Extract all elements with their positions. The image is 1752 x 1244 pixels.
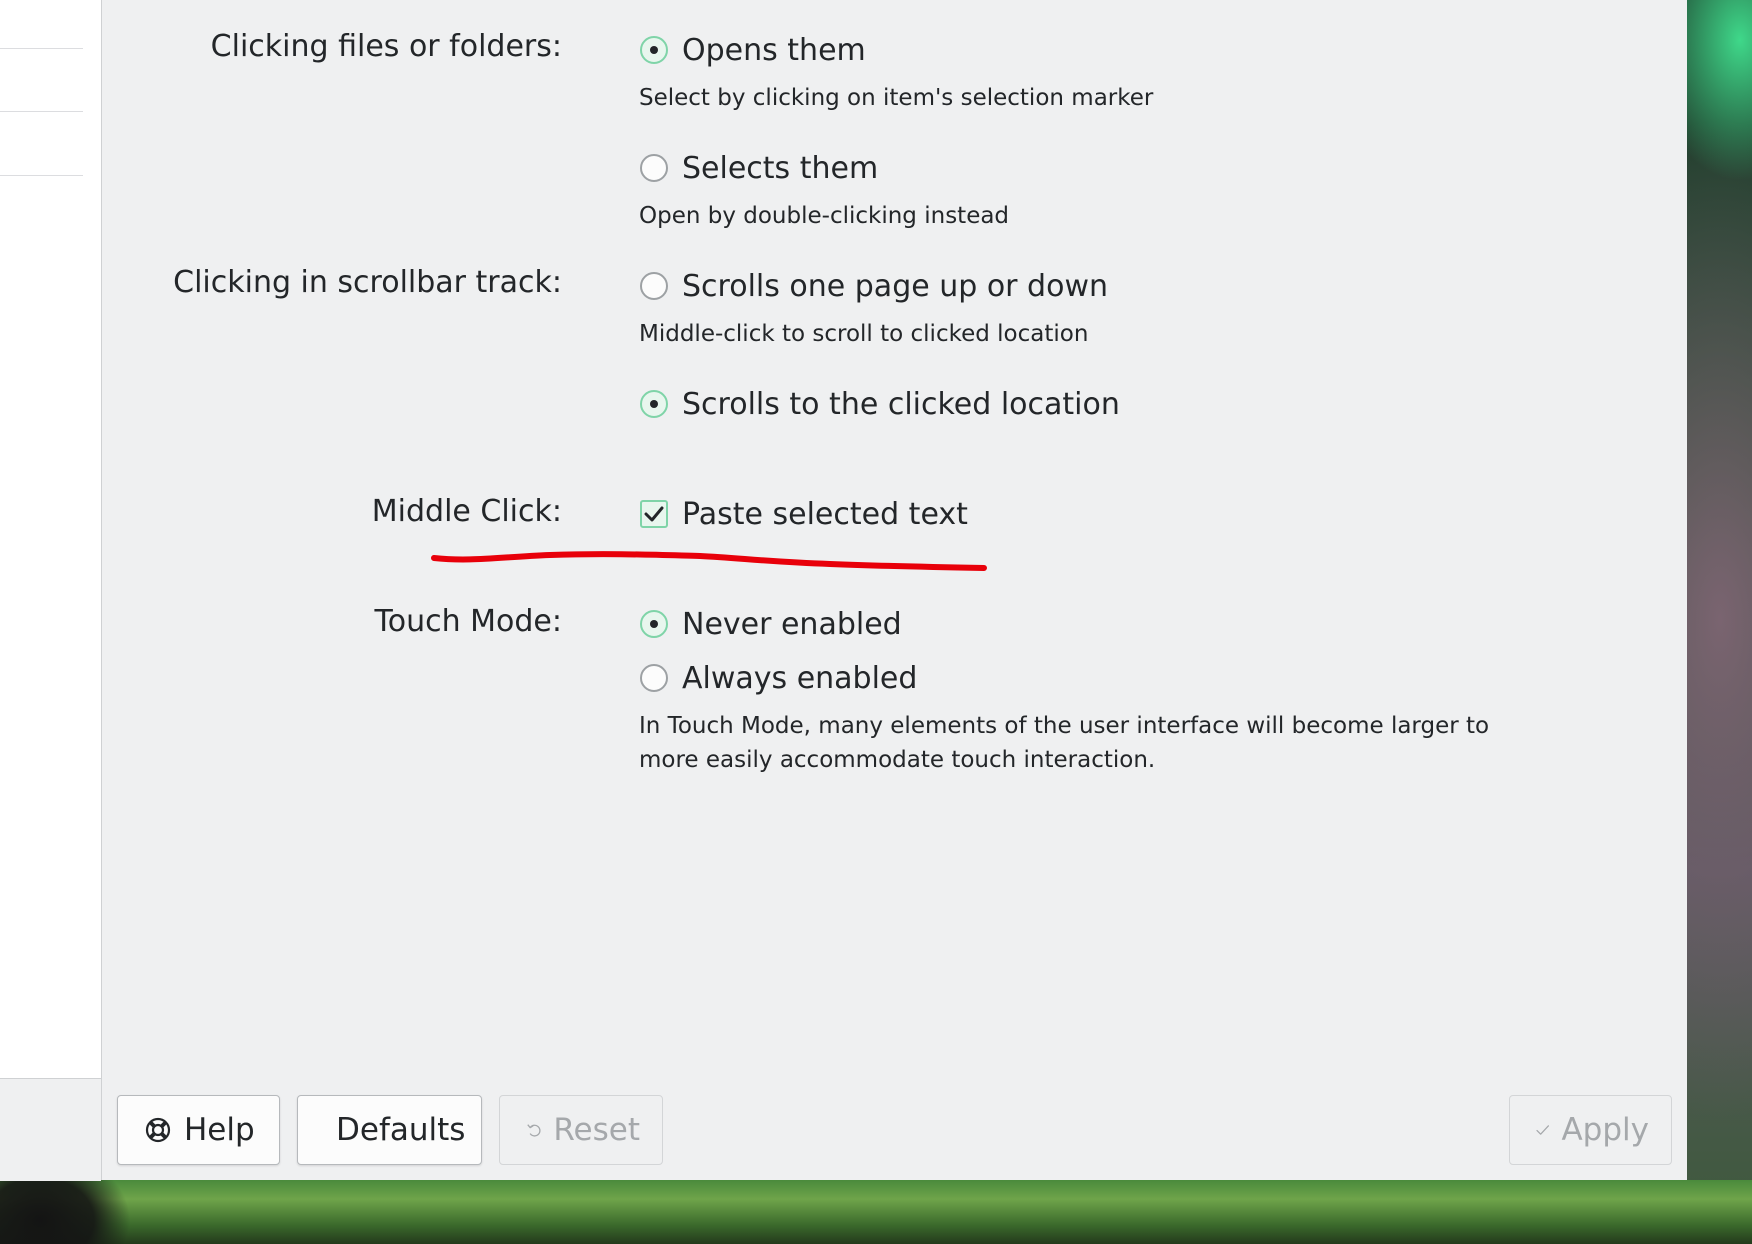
scroll-page-hint: Middle-click to scroll to clicked locati…	[639, 321, 1089, 347]
help-button-label: Help	[184, 1112, 255, 1148]
sidebar	[0, 0, 102, 1181]
scrollbar-track-label: Clicking in scrollbar track:	[173, 265, 562, 300]
radio-button-checked[interactable]	[640, 390, 668, 418]
red-annotation-underline	[431, 551, 987, 571]
radio-button-checked[interactable]	[640, 610, 668, 638]
always-enabled-radio[interactable]: Always enabled	[640, 658, 917, 698]
wallpaper-ground	[0, 1180, 1752, 1244]
opens-them-radio[interactable]: Opens them	[640, 30, 866, 70]
radio-button[interactable]	[640, 664, 668, 692]
radio-button[interactable]	[640, 154, 668, 182]
sidebar-footer	[0, 1078, 101, 1181]
opens-them-hint: Select by clicking on item's selection m…	[639, 85, 1154, 111]
checkmark-icon	[1536, 1125, 1550, 1135]
apply-button[interactable]: Apply	[1509, 1095, 1672, 1165]
undo-icon	[527, 1124, 541, 1137]
middle-click-label: Middle Click:	[371, 494, 562, 529]
touch-mode-label: Touch Mode:	[374, 604, 563, 639]
never-enabled-label: Never enabled	[682, 606, 902, 642]
always-enabled-label: Always enabled	[682, 660, 918, 696]
sidebar-divider	[0, 111, 83, 112]
radio-button-checked[interactable]	[640, 36, 668, 64]
paste-selected-text-checkbox[interactable]: Paste selected text	[640, 494, 968, 534]
apply-button-label: Apply	[1561, 1112, 1649, 1148]
touch-mode-hint-line1: In Touch Mode, many elements of the user…	[639, 713, 1490, 739]
wallpaper-shadow	[0, 1180, 140, 1244]
selects-them-label: Selects them	[682, 150, 879, 186]
selects-them-hint: Open by double-clicking instead	[639, 203, 1010, 229]
settings-window: Clicking files or folders: Opens them Se…	[0, 0, 1687, 1181]
help-button[interactable]: Help	[117, 1095, 280, 1165]
checkbox-checked[interactable]	[640, 500, 668, 528]
selects-them-radio[interactable]: Selects them	[640, 148, 878, 188]
reset-button-label: Reset	[553, 1112, 640, 1148]
checkmark-icon	[644, 506, 664, 522]
radio-button[interactable]	[640, 272, 668, 300]
never-enabled-radio[interactable]: Never enabled	[640, 604, 902, 644]
opens-them-label: Opens them	[682, 32, 866, 68]
help-lifebuoy-icon	[145, 1117, 171, 1143]
defaults-button[interactable]: Defaults	[297, 1095, 482, 1165]
sidebar-divider	[0, 175, 83, 176]
scroll-to-location-label: Scrolls to the clicked location	[682, 386, 1120, 422]
scroll-page-label: Scrolls one page up or down	[682, 268, 1108, 304]
paste-selected-text-label: Paste selected text	[682, 496, 968, 532]
scroll-page-radio[interactable]: Scrolls one page up or down	[640, 266, 1108, 306]
clicking-files-label: Clicking files or folders:	[210, 29, 562, 64]
defaults-button-label: Defaults	[336, 1112, 466, 1148]
sidebar-divider	[0, 48, 83, 49]
reset-button[interactable]: Reset	[499, 1095, 663, 1165]
scroll-to-location-radio[interactable]: Scrolls to the clicked location	[640, 384, 1120, 424]
touch-mode-hint-line2: more easily accommodate touch interactio…	[639, 747, 1156, 773]
